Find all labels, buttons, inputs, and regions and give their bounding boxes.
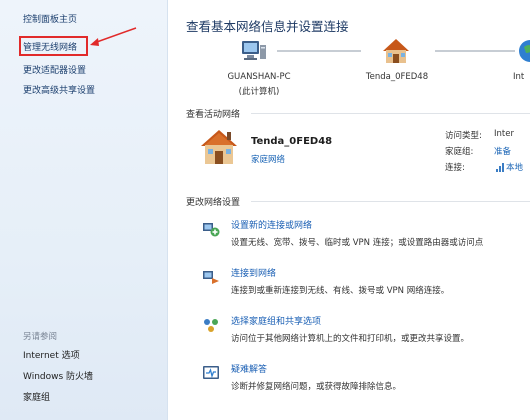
see-also-heading: 另请参阅 <box>23 332 58 342</box>
wifi-signal-icon <box>496 163 504 172</box>
task-connect-network: 连接到网络 连接到或重新连接到无线、有线、拨号或 VPN 网络连接。 <box>202 266 530 306</box>
connector-line <box>435 50 515 52</box>
connect-network-icon <box>203 271 219 284</box>
task-description: 访问位于其他网络计算机上的文件和打印机，或更改共享设置。 <box>231 334 470 344</box>
internet-globe-icon[interactable] <box>517 37 530 65</box>
home-network-icon[interactable] <box>381 37 411 65</box>
sidebar-link-windows-firewall[interactable]: Windows 防火墙 <box>23 369 93 382</box>
network-setup-icon <box>203 223 220 237</box>
active-network-panel: Tenda_0FED48 家庭网络 访问类型: Inter 家庭组: 准备 连接… <box>199 128 530 188</box>
page-title: 查看基本网络信息并设置连接 <box>186 19 349 34</box>
sidebar: 控制面板主页 管理无线网络 更改适配器设置 更改高级共享设置 另请参阅 Inte… <box>0 0 168 420</box>
red-arrow-annotation <box>90 27 137 46</box>
house-icon <box>201 130 237 164</box>
section-active-networks: 查看活动网络 <box>186 110 241 120</box>
homegroup-value[interactable]: 准备 <box>494 145 511 157</box>
task-setup-connection: 设置新的连接或网络 设置无线、宽带、拨号、临时或 VPN 连接；或设置路由器或访… <box>202 218 530 258</box>
access-type-label: 访问类型: <box>445 131 482 141</box>
sidebar-item-control-panel-home[interactable]: 控制面板主页 <box>23 12 77 25</box>
task-description: 诊断并修复网络问题，或获得故障排除信息。 <box>231 382 402 392</box>
computer-name: GUANSHAN-PC <box>227 72 291 82</box>
network-name-label: Tenda_0FED48 <box>365 72 429 82</box>
computer-sublabel: (此计算机) <box>238 87 280 97</box>
section-change-settings: 更改网络设置 <box>186 198 241 208</box>
sidebar-item-advanced-sharing[interactable]: 更改高级共享设置 <box>23 83 95 96</box>
sidebar-item-manage-wireless[interactable]: 管理无线网络 <box>23 40 77 53</box>
task-homegroup-sharing: 选择家庭组和共享选项 访问位于其他网络计算机上的文件和打印机，或更改共享设置。 <box>202 314 530 354</box>
section-divider <box>251 201 530 202</box>
task-description: 连接到或重新连接到无线、有线、拨号或 VPN 网络连接。 <box>231 286 450 296</box>
task-link[interactable]: 选择家庭组和共享选项 <box>231 314 321 327</box>
homegroup-sharing-icon <box>204 319 218 332</box>
task-description: 设置无线、宽带、拨号、临时或 VPN 连接；或设置路由器或访问点 <box>231 238 484 248</box>
task-link[interactable]: 设置新的连接或网络 <box>231 218 312 231</box>
access-type-value: Inter <box>494 129 514 139</box>
network-map: GUANSHAN-PC (此计算机) Tenda_0FED48 Int <box>169 34 530 104</box>
connector-line <box>277 50 361 52</box>
network-type-link[interactable]: 家庭网络 <box>251 153 285 165</box>
sidebar-link-homegroup[interactable]: 家庭组 <box>23 390 50 403</box>
homegroup-label: 家庭组: <box>445 147 474 157</box>
task-link[interactable]: 疑难解答 <box>231 362 267 375</box>
troubleshoot-icon <box>203 366 219 379</box>
computer-icon[interactable] <box>240 39 268 65</box>
sidebar-link-internet-options[interactable]: Internet 选项 <box>23 348 80 361</box>
section-divider <box>251 113 530 114</box>
sidebar-item-change-adapter[interactable]: 更改适配器设置 <box>23 63 86 76</box>
connection-value[interactable]: 本地 <box>506 161 523 173</box>
main-panel: 查看基本网络信息并设置连接 GUANSHAN-PC (此计算机) Tenda_0… <box>169 0 530 420</box>
connection-label: 连接: <box>445 163 465 173</box>
task-troubleshoot: 疑难解答 诊断并修复网络问题，或获得故障排除信息。 <box>202 362 530 402</box>
task-link[interactable]: 连接到网络 <box>231 266 276 279</box>
internet-label: Int <box>513 72 525 82</box>
active-network-name: Tenda_0FED48 <box>251 136 333 147</box>
